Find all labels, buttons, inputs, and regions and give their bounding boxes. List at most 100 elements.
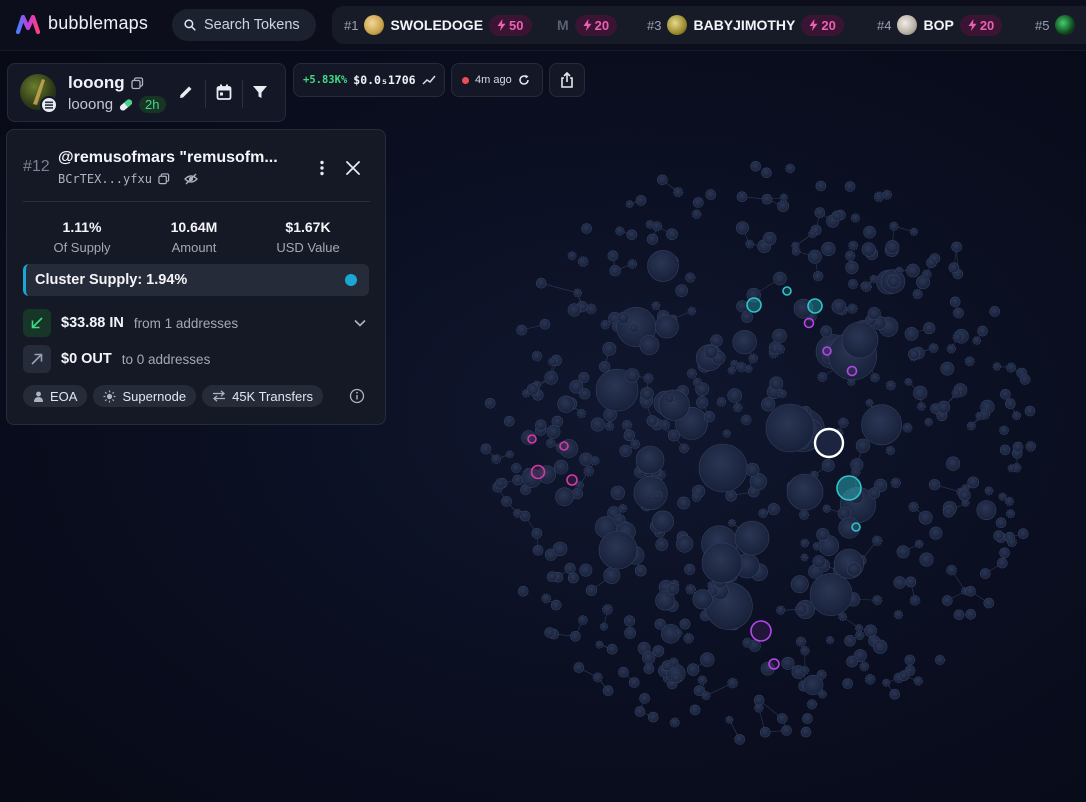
cluster-bubble[interactable]	[782, 286, 792, 296]
trending-item-1[interactable]: #1 SWOLEDOGE 50	[344, 6, 532, 44]
holder-bubble[interactable]	[643, 373, 654, 384]
holder-bubble[interactable]	[635, 195, 647, 206]
holder-bubble[interactable]	[629, 323, 639, 333]
holder-bubble[interactable]	[626, 229, 638, 241]
holder-bubble[interactable]	[651, 221, 663, 232]
holder-bubble[interactable]	[660, 419, 671, 430]
holder-bubble[interactable]	[646, 233, 659, 245]
holder-bubble[interactable]	[535, 419, 547, 431]
inflow-row[interactable]: $33.88 IN from 1 addresses	[23, 309, 370, 337]
holder-bubble[interactable]	[785, 163, 796, 174]
holder-bubble[interactable]	[674, 629, 683, 638]
holder-bubble[interactable]	[926, 257, 937, 269]
holder-bubble[interactable]	[710, 334, 723, 347]
holder-bubble[interactable]	[942, 506, 955, 518]
holder-bubble[interactable]	[912, 288, 923, 300]
holder-bubble[interactable]	[814, 207, 826, 218]
more-options-button[interactable]	[311, 157, 333, 179]
holder-bubble[interactable]	[555, 487, 574, 507]
cluster-bubble[interactable]	[822, 346, 832, 356]
holder-bubble[interactable]	[992, 362, 1002, 371]
holder-bubble[interactable]	[1007, 464, 1016, 473]
holder-bubble[interactable]	[889, 221, 899, 231]
holder-bubble[interactable]	[893, 610, 904, 620]
holder-bubble[interactable]	[842, 678, 854, 689]
holder-bubble[interactable]	[516, 324, 528, 336]
holder-bubble[interactable]	[887, 274, 901, 288]
holder-bubble[interactable]	[798, 509, 810, 520]
holder-bubble[interactable]	[491, 454, 502, 465]
holder-bubble[interactable]	[610, 485, 625, 500]
holder-bubble[interactable]	[904, 326, 919, 341]
holder-bubble[interactable]	[864, 624, 877, 638]
holder-bubble[interactable]	[808, 229, 817, 239]
cluster-bubble[interactable]	[807, 298, 823, 314]
holder-bubble[interactable]	[576, 408, 587, 419]
holder-bubble[interactable]	[634, 706, 646, 717]
calendar-button[interactable]	[212, 80, 236, 104]
holder-bubble[interactable]	[941, 595, 953, 606]
holder-bubble[interactable]	[633, 475, 668, 510]
search-input[interactable]	[202, 16, 316, 34]
holder-bubble[interactable]	[579, 388, 591, 400]
holder-bubble[interactable]	[995, 517, 1007, 529]
holder-bubble[interactable]	[776, 605, 786, 615]
holder-bubble[interactable]	[972, 336, 981, 345]
holder-bubble[interactable]	[617, 311, 630, 324]
holder-bubble[interactable]	[873, 191, 885, 203]
holder-bubble[interactable]	[946, 564, 957, 576]
holder-bubble[interactable]	[652, 645, 665, 657]
holder-bubble[interactable]	[704, 344, 719, 359]
holder-bubble[interactable]	[870, 373, 880, 383]
holder-bubble[interactable]	[800, 726, 812, 738]
holder-bubble[interactable]	[831, 299, 847, 314]
holder-bubble[interactable]	[838, 417, 849, 428]
holder-bubble[interactable]	[550, 599, 562, 611]
holder-bubble[interactable]	[885, 380, 896, 391]
holder-bubble[interactable]	[673, 187, 684, 198]
holder-bubble[interactable]	[697, 675, 708, 685]
holder-bubble[interactable]	[851, 467, 861, 477]
holder-bubble[interactable]	[691, 491, 702, 502]
holder-bubble[interactable]	[921, 269, 932, 280]
holder-bubble[interactable]	[859, 661, 870, 672]
holder-bubble[interactable]	[541, 593, 552, 604]
tag-supernode[interactable]: Supernode	[93, 385, 197, 407]
holder-bubble[interactable]	[615, 226, 625, 236]
holder-bubble[interactable]	[630, 439, 641, 450]
holder-bubble[interactable]	[777, 389, 787, 399]
holder-bubble[interactable]	[722, 429, 731, 438]
holder-bubble[interactable]	[795, 603, 808, 616]
holder-bubble[interactable]	[570, 630, 581, 642]
holder-bubble[interactable]	[634, 564, 647, 577]
holder-bubble[interactable]	[949, 296, 961, 308]
holder-bubble[interactable]	[685, 272, 696, 283]
cluster-bubble[interactable]	[846, 365, 858, 377]
holder-bubble[interactable]	[820, 325, 833, 338]
holder-bubble[interactable]	[602, 604, 613, 615]
holder-bubble[interactable]	[791, 246, 801, 256]
holder-bubble[interactable]	[999, 444, 1011, 456]
holder-bubble[interactable]	[889, 688, 901, 700]
holder-bubble[interactable]	[517, 585, 529, 597]
holder-bubble[interactable]	[544, 627, 556, 638]
holder-bubble[interactable]	[854, 623, 864, 633]
holder-bubble[interactable]	[996, 557, 1008, 569]
holder-bubble[interactable]	[733, 402, 743, 413]
holder-bubble[interactable]	[639, 335, 660, 355]
holder-bubble[interactable]	[625, 200, 634, 209]
holder-bubble[interactable]	[1006, 537, 1017, 548]
holder-bubble[interactable]	[806, 699, 818, 710]
holder-bubble[interactable]	[800, 538, 810, 548]
filter-button[interactable]	[248, 80, 272, 104]
holder-bubble[interactable]	[725, 490, 737, 502]
holder-bubble[interactable]	[678, 443, 690, 454]
copy-icon[interactable]	[131, 76, 144, 90]
holder-bubble[interactable]	[773, 271, 787, 286]
holder-bubble[interactable]	[846, 562, 862, 577]
holder-bubble[interactable]	[844, 634, 856, 647]
holder-bubble[interactable]	[918, 510, 933, 525]
holder-bubble[interactable]	[812, 541, 822, 551]
holder-bubble[interactable]	[855, 630, 865, 641]
holder-bubble[interactable]	[512, 474, 524, 486]
